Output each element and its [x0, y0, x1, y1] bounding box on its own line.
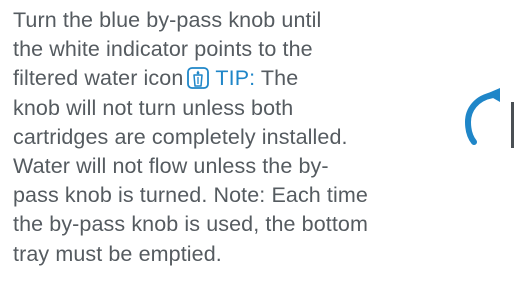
instruction-line-9: tray must be emptied.: [13, 241, 222, 266]
instruction-line-5: cartridges are completely installed.: [13, 124, 348, 149]
instruction-line-3: filtered water icon TIP: The: [13, 64, 513, 93]
filtered-water-icon: [187, 67, 210, 90]
instruction-line-4: knob will not turn unless both: [13, 95, 294, 120]
instruction-text: Turn the blue by-pass knob until the whi…: [13, 6, 513, 269]
instruction-line-1: Turn the blue by-pass knob until: [13, 8, 322, 32]
instruction-line-7: pass knob is turned. Note: Each time: [13, 183, 368, 208]
tip-label: TIP:: [215, 66, 256, 91]
instruction-line-3-text: filtered water icon: [13, 66, 184, 91]
instruction-line-8: the by-pass knob is used, the bottom: [13, 212, 368, 237]
instruction-line-3-end: The: [255, 66, 299, 91]
instruction-line-6: Water will not flow unless the by-: [13, 154, 329, 179]
instruction-line-2: the white indicator points to the: [13, 37, 313, 62]
curved-arrow-icon: [462, 86, 515, 148]
